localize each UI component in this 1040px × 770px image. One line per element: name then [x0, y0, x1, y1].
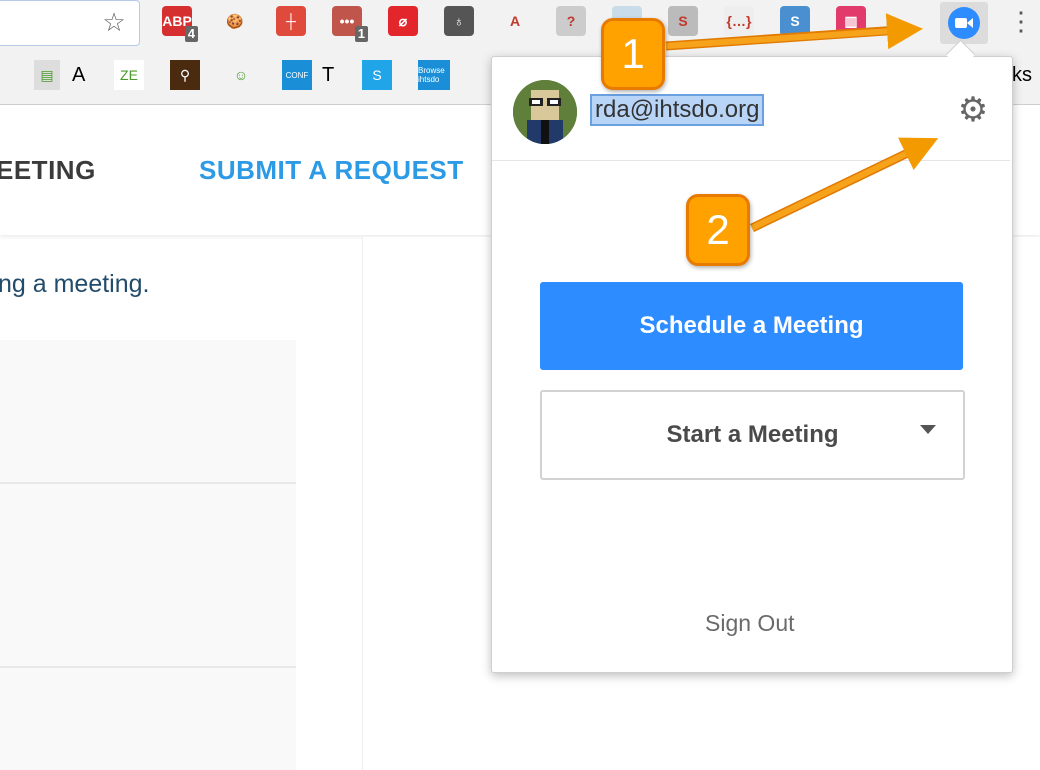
callout-one-badge: 1	[601, 18, 665, 90]
callout-two-badge: 2	[686, 194, 750, 266]
annotation-arrows	[665, 13, 939, 233]
arrow-two	[750, 137, 939, 231]
arrow-one	[665, 13, 923, 50]
